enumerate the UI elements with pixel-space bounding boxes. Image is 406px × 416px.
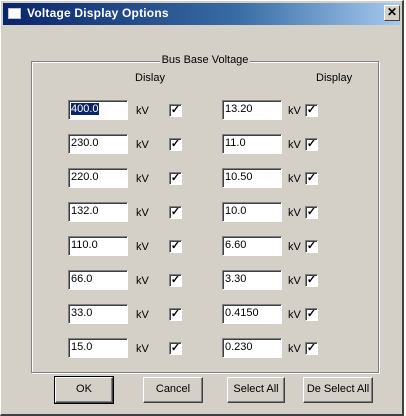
window-title: Voltage Display Options: [27, 6, 169, 20]
right-display-checkbox[interactable]: ✓: [305, 274, 318, 287]
check-icon: ✓: [306, 308, 317, 320]
right-display-checkbox[interactable]: ✓: [305, 342, 318, 355]
right-display-checkbox[interactable]: ✓: [305, 240, 318, 253]
unit-label: kV: [288, 241, 301, 253]
voltage-value: 10.50: [225, 171, 253, 183]
right-voltage-row: 3.30 kV ✓: [32, 270, 378, 294]
voltage-value: 10.0: [225, 205, 247, 217]
right-voltage-input[interactable]: 3.30: [222, 270, 282, 290]
right-voltage-input[interactable]: 10.50: [222, 168, 282, 188]
window-icon: [8, 8, 21, 19]
check-icon: ✓: [306, 104, 317, 116]
right-voltage-row: 13.20 kV ✓: [32, 100, 378, 124]
select-all-button[interactable]: Select All: [227, 377, 285, 403]
unit-label: kV: [288, 309, 301, 321]
check-icon: ✓: [306, 274, 317, 286]
close-button[interactable]: ✕: [384, 5, 400, 21]
bus-base-voltage-group: Bus Base Voltage Dislay Display 400.0 kV ✓…: [31, 54, 379, 373]
right-display-checkbox[interactable]: ✓: [305, 138, 318, 151]
deselect-all-button[interactable]: De Select All: [303, 377, 373, 403]
right-voltage-input[interactable]: 6.60: [222, 236, 282, 256]
unit-label: kV: [288, 105, 301, 117]
right-voltage-row: 6.60 kV ✓: [32, 236, 378, 260]
cancel-button[interactable]: Cancel: [143, 377, 203, 403]
unit-label: kV: [288, 173, 301, 185]
unit-label: kV: [288, 207, 301, 219]
unit-label: kV: [288, 343, 301, 355]
right-voltage-input[interactable]: 13.20: [222, 100, 282, 120]
voltage-value: 3.30: [225, 273, 247, 285]
check-icon: ✓: [306, 138, 317, 150]
check-icon: ✓: [306, 172, 317, 184]
right-voltage-input[interactable]: 0.4150: [222, 304, 282, 324]
close-icon: ✕: [386, 5, 398, 19]
right-voltage-input[interactable]: 11.0: [222, 134, 282, 154]
group-title: Bus Base Voltage: [159, 54, 251, 66]
right-voltage-input[interactable]: 0.230: [222, 338, 282, 358]
right-display-checkbox[interactable]: ✓: [305, 104, 318, 117]
voltage-value: 13.20: [225, 103, 253, 115]
check-icon: ✓: [306, 206, 317, 218]
right-display-checkbox[interactable]: ✓: [305, 308, 318, 321]
unit-label: kV: [288, 139, 301, 151]
check-icon: ✓: [306, 240, 317, 252]
right-display-header: Display: [316, 72, 353, 84]
left-display-header: Dislay: [135, 72, 165, 84]
unit-label: kV: [288, 275, 301, 287]
title-bar[interactable]: Voltage Display Options ✕: [3, 3, 400, 25]
right-voltage-input[interactable]: 10.0: [222, 202, 282, 222]
right-display-checkbox[interactable]: ✓: [305, 206, 318, 219]
right-voltage-row: 11.0 kV ✓: [32, 134, 378, 158]
voltage-display-options-window: Voltage Display Options ✕ Bus Base Volta…: [0, 0, 404, 416]
right-display-checkbox[interactable]: ✓: [305, 172, 318, 185]
voltage-value: 0.4150: [225, 307, 259, 319]
voltage-value: 6.60: [225, 239, 247, 251]
check-icon: ✓: [306, 342, 317, 354]
right-voltage-row: 0.230 kV ✓: [32, 338, 378, 362]
right-voltage-row: 10.50 kV ✓: [32, 168, 378, 192]
right-voltage-row: 10.0 kV ✓: [32, 202, 378, 226]
ok-button[interactable]: OK: [54, 376, 114, 404]
voltage-value: 0.230: [225, 341, 253, 353]
right-voltage-row: 0.4150 kV ✓: [32, 304, 378, 328]
voltage-value: 11.0: [225, 137, 246, 149]
